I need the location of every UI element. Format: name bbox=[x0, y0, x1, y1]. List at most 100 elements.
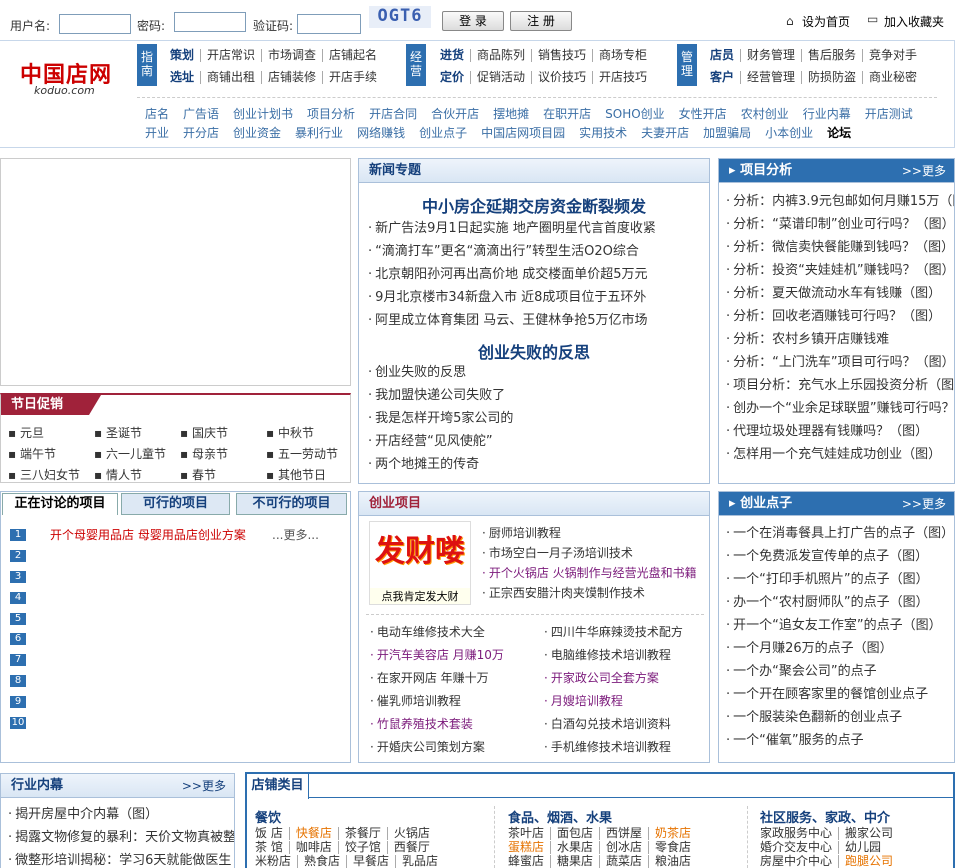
news-item[interactable]: 创业失败的反思 bbox=[368, 361, 708, 384]
category-link[interactable]: 茶 馆 bbox=[255, 841, 289, 854]
news-item[interactable]: 我是怎样开垮5家公司的 bbox=[368, 407, 708, 430]
category-link[interactable]: 婚介交友中心 bbox=[760, 841, 838, 854]
startup-item[interactable]: 开婚庆公司策划方案 bbox=[370, 736, 540, 759]
quick-link[interactable]: 创业计划书 bbox=[233, 107, 293, 121]
quick-link[interactable]: 在职开店 bbox=[543, 107, 591, 121]
nav-link[interactable]: 销售技巧 bbox=[531, 49, 592, 62]
holiday-link[interactable]: ▪ 五一劳动节 bbox=[266, 444, 352, 465]
startup-item[interactable]: 竹鼠养殖技术套装 bbox=[370, 713, 540, 736]
password-input[interactable] bbox=[174, 12, 246, 32]
nav-link[interactable]: 经营管理 bbox=[740, 71, 801, 84]
category-link[interactable]: 跑腿公司 bbox=[838, 855, 899, 868]
startup-item[interactable]: 正宗西安腊汁肉夹馍制作技术 bbox=[482, 583, 708, 603]
category-link[interactable]: 咖啡店 bbox=[288, 841, 338, 854]
startup-item[interactable]: 手机维修技术培训教程 bbox=[544, 736, 709, 759]
holiday-link[interactable]: ▪ 情人节 bbox=[94, 465, 180, 486]
category-link[interactable]: 水果店 bbox=[550, 841, 599, 854]
holiday-link[interactable]: ▪ 元旦 bbox=[8, 423, 94, 444]
nav-link[interactable]: 商品陈列 bbox=[470, 49, 531, 62]
quick-link[interactable]: 项目分析 bbox=[307, 107, 355, 121]
analysis-item[interactable]: 创办一个“业余足球联盟”赚钱可行吗？ bbox=[726, 397, 954, 420]
project-item[interactable]: 开个母婴用品店 母婴用品店创业方案 bbox=[50, 526, 246, 543]
username-input[interactable] bbox=[59, 14, 131, 34]
nav-link[interactable]: 议价技巧 bbox=[531, 71, 592, 84]
quick-link[interactable]: 广告语 bbox=[183, 107, 219, 121]
category-link[interactable]: 蛋糕店 bbox=[508, 841, 550, 854]
holiday-link[interactable]: ▪ 其他节日 bbox=[266, 465, 352, 486]
news-headline-2[interactable]: 创业失败的反思 bbox=[358, 339, 710, 363]
nav-link[interactable]: 商业秘密 bbox=[862, 71, 923, 84]
category-link[interactable]: 乳品店 bbox=[395, 855, 444, 868]
nav-link[interactable]: 财务管理 bbox=[740, 49, 801, 62]
holiday-link[interactable]: ▪ 国庆节 bbox=[180, 423, 266, 444]
login-button[interactable]: 登 录 bbox=[442, 11, 504, 31]
idea-item[interactable]: 一个办“聚会公司”的点子 bbox=[726, 660, 954, 683]
startup-item[interactable]: 月嫂培训教程 bbox=[544, 690, 709, 713]
idea-item[interactable]: 办一个“农村厨师队”的点子（图） bbox=[726, 591, 954, 614]
idea-item[interactable]: 一个月赚26万的点子（图） bbox=[726, 637, 954, 660]
category-link[interactable]: 西饼屋 bbox=[599, 827, 648, 840]
register-button[interactable]: 注 册 bbox=[510, 11, 572, 31]
nav-link[interactable]: 开店常识 bbox=[200, 49, 261, 62]
captcha-image[interactable]: OGT6 bbox=[369, 6, 431, 28]
news-item[interactable]: 两个地摊王的传奇 bbox=[368, 453, 708, 476]
analysis-item[interactable]: 代理垃圾处理器有钱赚吗？（图） bbox=[726, 420, 954, 443]
category-heading[interactable]: 食品、烟酒、水果 bbox=[508, 812, 697, 826]
category-link[interactable]: 零食店 bbox=[648, 841, 697, 854]
analysis-item[interactable]: 分析：投资“夹娃娃机”赚钱吗？（图） bbox=[726, 259, 954, 282]
category-link[interactable]: 房屋中介中心 bbox=[760, 855, 838, 868]
news-item[interactable]: 北京朝阳孙河再出高价地 成交楼面单价超5万元 bbox=[368, 263, 708, 286]
news-headline-1[interactable]: 中小房企延期交房资金断裂频发 bbox=[358, 193, 710, 217]
idea-item[interactable]: 一个“打印手机照片”的点子（图） bbox=[726, 568, 954, 591]
category-link[interactable]: 茶餐厅 bbox=[337, 827, 387, 840]
news-item[interactable]: 新广告法9月1日起实施 地产圈明星代言首度收紧 bbox=[368, 217, 708, 240]
quick-link[interactable]: SOHO创业 bbox=[605, 107, 665, 121]
startup-item[interactable]: 开汽车美容店 月赚10万 bbox=[370, 644, 540, 667]
startup-item[interactable]: 开个火锅店 火锅制作与经营光盘和书籍 bbox=[482, 563, 708, 583]
holiday-link[interactable]: ▪ 春节 bbox=[180, 465, 266, 486]
tab-discussing[interactable]: 正在讨论的项目 bbox=[2, 493, 118, 515]
news-item[interactable]: 阿里成立体育集团 马云、王健林争抢5万亿市场 bbox=[368, 309, 708, 332]
nav-link[interactable]: 开店手续 bbox=[322, 71, 383, 84]
nav-link[interactable]: 店铺起名 bbox=[322, 49, 383, 62]
category-link[interactable]: 蜂蜜店 bbox=[508, 855, 550, 868]
holiday-link[interactable]: ▪ 圣诞节 bbox=[94, 423, 180, 444]
quick-link[interactable]: 行业内幕 bbox=[803, 107, 851, 121]
news-item[interactable]: 9月北京楼市34新盘入市 近8成项目位于五环外 bbox=[368, 286, 708, 309]
quick-link[interactable]: 创业点子 bbox=[419, 126, 467, 140]
quick-link[interactable]: 合伙开店 bbox=[431, 107, 479, 121]
quick-link[interactable]: 店名 bbox=[145, 107, 169, 121]
analysis-item[interactable]: 怎样用一个充气娃娃成功创业（图） bbox=[726, 443, 954, 466]
quick-link[interactable]: 创业资金 bbox=[233, 126, 281, 140]
category-link[interactable]: 饺子馆 bbox=[337, 841, 387, 854]
category-link[interactable]: 创冰店 bbox=[599, 841, 648, 854]
category-link[interactable]: 幼儿园 bbox=[838, 841, 887, 854]
category-link[interactable]: 奶茶店 bbox=[648, 827, 697, 840]
industry-item[interactable]: 揭开房屋中介内幕（图） bbox=[8, 803, 234, 826]
analysis-item[interactable]: 分析：回收老酒赚钱可行吗？（图） bbox=[726, 305, 954, 328]
quick-link[interactable]: 农村创业 bbox=[741, 107, 789, 121]
nav-link[interactable]: 选址 bbox=[164, 71, 200, 84]
category-link[interactable]: 蔬菜店 bbox=[599, 855, 648, 868]
quick-link[interactable]: 女性开店 bbox=[679, 107, 727, 121]
nav-link[interactable]: 客户 bbox=[704, 71, 740, 84]
idea-item[interactable]: 一个“催氧”服务的点子 bbox=[726, 729, 954, 752]
category-heading[interactable]: 餐饮 bbox=[255, 812, 444, 826]
category-link[interactable]: 西餐厅 bbox=[386, 841, 436, 854]
tab-feasible[interactable]: 可行的项目 bbox=[121, 493, 230, 515]
idea-item[interactable]: 开一个“追女友工作室”的点子（图） bbox=[726, 614, 954, 637]
category-heading[interactable]: 社区服务、家政、中介 bbox=[760, 812, 899, 826]
category-link[interactable]: 火锅店 bbox=[386, 827, 436, 840]
analysis-item[interactable]: 分析：微信卖快餐能赚到钱吗？（图） bbox=[726, 236, 954, 259]
startup-item[interactable]: 在家开网店 年赚十万 bbox=[370, 667, 540, 690]
startup-item[interactable]: 厨师培训教程 bbox=[482, 523, 708, 543]
analysis-item[interactable]: 分析：夏天做流动水车有钱赚（图） bbox=[726, 282, 954, 305]
category-link[interactable]: 饭 店 bbox=[255, 827, 289, 840]
news-item[interactable]: “滴滴打车”更名“滴滴出行”转型生活O2O综合 bbox=[368, 240, 708, 263]
quick-link[interactable]: 开业 bbox=[145, 126, 169, 140]
nav-link[interactable]: 防损防盗 bbox=[801, 71, 862, 84]
nav-link[interactable]: 定价 bbox=[434, 71, 470, 84]
nav-link[interactable]: 促销活动 bbox=[470, 71, 531, 84]
startup-item[interactable]: 四川牛华麻辣烫技术配方 bbox=[544, 621, 709, 644]
ideas-more-link[interactable]: >>更多 bbox=[902, 492, 946, 516]
